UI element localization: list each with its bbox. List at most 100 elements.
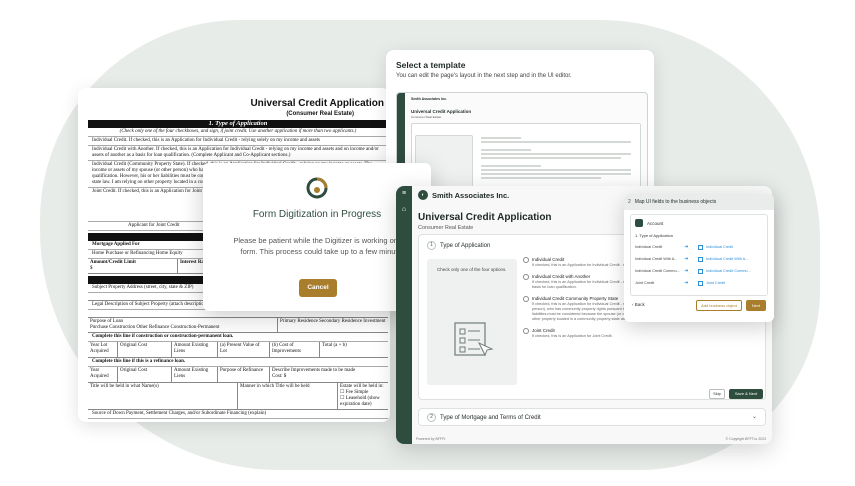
mapping-source: Individual Credit xyxy=(635,245,663,249)
doc-purpose: Purpose of Loan xyxy=(90,319,124,324)
doc-cons-col: Amount Existing Liens xyxy=(172,342,218,357)
app-footer: Powered by BFFFt © Copyright BFFT.io 202… xyxy=(412,434,772,444)
doc-source-down: Source of Down Payment, Settlement Charg… xyxy=(88,410,388,419)
menu-icon[interactable]: ≡ xyxy=(400,190,408,198)
next-button[interactable]: Next xyxy=(746,300,766,311)
option-label: Joint Credit xyxy=(532,328,555,333)
radio-button[interactable] xyxy=(523,328,529,334)
cancel-button[interactable]: Cancel xyxy=(299,279,337,297)
section-label: Type of Application xyxy=(440,242,491,249)
preview-line xyxy=(481,141,631,143)
digitizer-logo-icon xyxy=(306,177,328,199)
doc-ref-col: Original Cost xyxy=(118,367,172,382)
org-logo-icon: ◐ xyxy=(418,190,428,200)
doc-title-names: Title will be held in what Name(s) xyxy=(88,383,238,409)
preview-line xyxy=(481,177,601,179)
mapping-body: Account 1. Type of Application Individua… xyxy=(630,214,768,296)
instruction-panel: Check only one of the four options. xyxy=(427,259,517,385)
mapping-header: 2 Map UI fields to the business objects xyxy=(624,194,774,210)
doc-fee-simple: Fee Simple xyxy=(345,390,369,395)
mapping-group: 1. Type of Application xyxy=(635,233,673,238)
step-badge: 2 xyxy=(628,199,631,205)
section-header[interactable]: 1 Type of Application xyxy=(427,241,490,250)
mapping-row[interactable]: Individual Credit ➜ Individual Credit xyxy=(635,243,763,251)
doc-cons-col: (b) Cost of Improvements xyxy=(270,342,320,357)
chevron-down-icon[interactable]: ⌄ xyxy=(752,413,757,420)
mapping-title: Map UI fields to the business objects xyxy=(634,199,717,205)
radio-button[interactable] xyxy=(523,296,529,302)
field-icon xyxy=(697,256,703,262)
doc-construction-row: Year Lot Acquired Original Cost Amount E… xyxy=(88,342,388,358)
preview-line xyxy=(481,137,521,139)
back-button[interactable]: ‹ Back xyxy=(632,302,645,307)
app-sidebar: ≡ ⌂ xyxy=(396,186,412,444)
modal-message: Please be patient while the Digitizer is… xyxy=(233,236,415,256)
field-icon xyxy=(697,244,703,250)
doc-complete-refinance: Complete this line if this is a refinanc… xyxy=(88,358,388,367)
mapping-row[interactable]: Joint Credit ➜ Joint Credit xyxy=(635,279,763,287)
template-subtitle: You can edit the page's layout in the ne… xyxy=(396,73,572,79)
doc-blank-2 xyxy=(88,310,388,318)
preview-line xyxy=(481,157,621,159)
arrow-right-icon: ➜ xyxy=(684,268,689,274)
field-icon xyxy=(697,268,703,274)
mapping-target: Joint Credit xyxy=(705,281,726,285)
powered-by: Powered by BFFFt xyxy=(416,437,446,441)
doc-title: Universal Credit Application xyxy=(250,98,384,109)
preview-org: Smith Associates Inc. xyxy=(411,97,448,101)
doc-cons-col: Year Lot Acquired xyxy=(88,342,118,357)
preview-title: Universal Credit Application xyxy=(411,109,472,114)
page-subtitle: Consumer Real Estate xyxy=(418,225,474,231)
doc-leasehold: Leasehold (show expiration date) xyxy=(340,396,380,407)
mapping-source: Individual Credit With A... xyxy=(635,257,678,261)
instruction-text: Check only one of the four options. xyxy=(437,267,507,272)
doc-estate: Estate will be held in: xyxy=(340,384,384,389)
radio-button[interactable] xyxy=(523,274,529,280)
mapping-panel: 2 Map UI fields to the business objects … xyxy=(624,194,774,322)
template-title: Select a template xyxy=(396,60,466,70)
add-business-object-button[interactable]: Add business object xyxy=(696,300,742,311)
home-icon[interactable]: ⌂ xyxy=(400,206,408,214)
field-icon xyxy=(697,280,703,286)
copyright: © Copyright BFFT.io 2023 xyxy=(725,437,766,441)
object-icon xyxy=(635,219,643,227)
section-header: 2 Type of Mortgage and Terms of Credit xyxy=(427,413,541,422)
marketing-composite: Universal Credit Application (Consumer R… xyxy=(0,0,855,486)
option-description: If checked, this is an Application for J… xyxy=(532,334,613,338)
doc-instruction: (Check only one of the four checkboxes, … xyxy=(88,128,388,137)
save-next-button[interactable]: Save & Next xyxy=(729,389,763,399)
option-joint-credit[interactable]: Joint Credit If checked, this is an Appl… xyxy=(523,328,763,339)
form-illustration-icon xyxy=(454,322,494,357)
mapping-target: Individual Credit With A... xyxy=(705,257,749,261)
back-label: Back xyxy=(634,302,645,307)
doc-ref-col: Purpose of Refinance xyxy=(218,367,270,382)
doc-cost-label: Cost: $ xyxy=(272,374,287,379)
doc-ref-col: Describe Improvements made to be made xyxy=(272,368,356,373)
radio-button[interactable] xyxy=(523,257,529,263)
section-mortgage-terms[interactable]: 2 Type of Mortgage and Terms of Credit ⌄ xyxy=(418,408,766,426)
mapping-target: Individual Credit xyxy=(705,245,734,249)
doc-residence-opts: Primary Residence Secondary Residence In… xyxy=(280,319,386,324)
mapping-source: Joint Credit xyxy=(635,281,655,285)
arrow-right-icon: ➜ xyxy=(684,244,689,250)
section-label: Type of Mortgage and Terms of Credit xyxy=(440,414,541,421)
doc-purpose-opts: Purchase Construction Other Refinance Co… xyxy=(90,325,220,330)
mapping-row[interactable]: Individual Credit Commu... ➜ Individual … xyxy=(635,267,763,275)
section-number: 2 xyxy=(427,413,436,422)
doc-ref-col: Amount Existing Liens xyxy=(172,367,218,382)
preview-line xyxy=(481,153,631,155)
doc-cons-col: Total (a + b) xyxy=(322,343,347,348)
preview-line xyxy=(481,169,631,171)
doc-opt-individual: Individual Credit. If checked, this is a… xyxy=(88,137,388,146)
preview-subtitle: Consumer Real Estate xyxy=(411,115,442,119)
business-object[interactable]: Account xyxy=(635,219,663,227)
section-number: 1 xyxy=(427,241,436,250)
doc-cons-col: Original Cost xyxy=(118,342,172,357)
doc-title-manner: Manner in which Title will be held xyxy=(238,383,338,409)
skip-button[interactable]: Skip xyxy=(709,389,725,399)
doc-subtitle: (Consumer Real Estate) xyxy=(286,111,354,117)
doc-amount-label: Amount/Credit Limit xyxy=(90,260,136,265)
mapping-row[interactable]: Individual Credit With A... ➜ Individual… xyxy=(635,255,763,263)
doc-cons-col: (a) Present Value of Lot xyxy=(218,342,270,357)
object-name: Account xyxy=(647,220,664,226)
